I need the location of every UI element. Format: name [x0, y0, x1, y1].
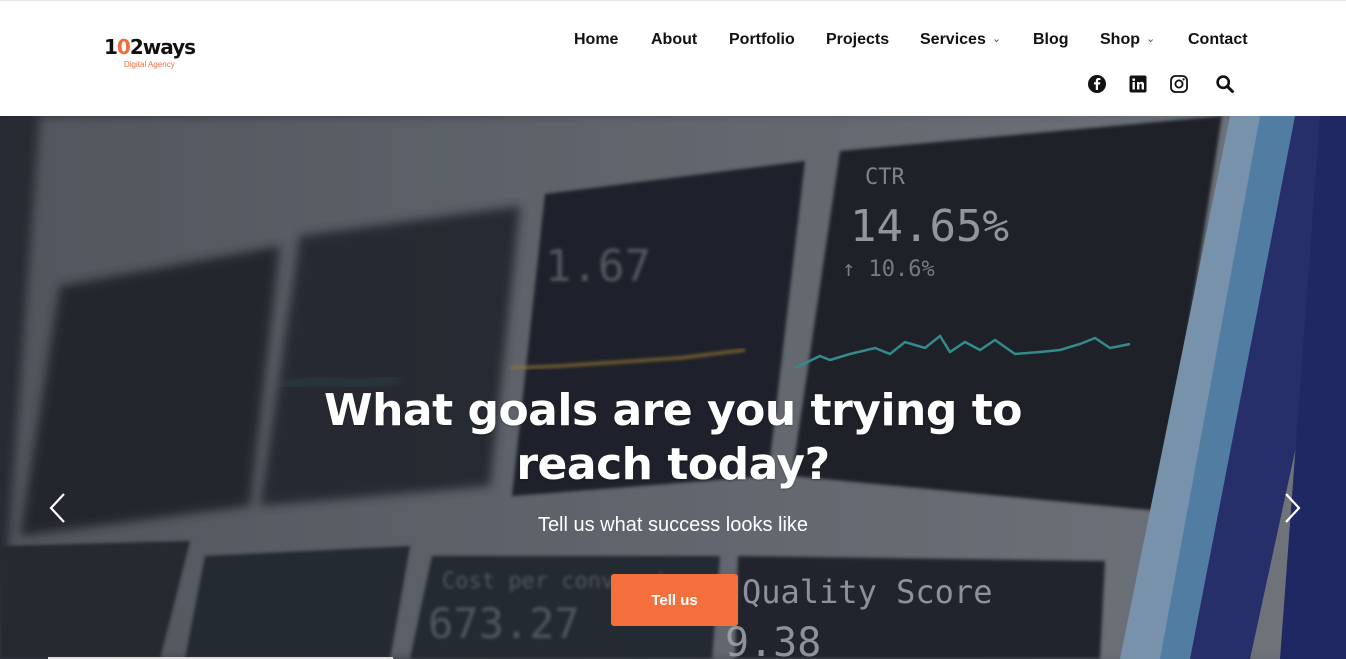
chevron-down-icon: ⌄ — [1146, 33, 1156, 45]
instagram-icon[interactable] — [1169, 74, 1189, 94]
nav-portfolio[interactable]: Portfolio — [729, 31, 795, 49]
site-header: 102ways Digital Agency Home About Portfo… — [0, 0, 1346, 116]
chevron-down-icon: ⌄ — [991, 33, 1002, 45]
logo-tagline: Digital Agency — [124, 60, 175, 69]
hero-title: What goals are you trying to reach today… — [324, 385, 1022, 490]
logo-wordmark: 102ways — [104, 35, 196, 59]
nav-projects[interactable]: Projects — [826, 31, 889, 49]
hero-slider: CTR 14.65% ↑ 10.6% 1.67 Quality Score 9.… — [0, 116, 1346, 659]
linkedin-icon[interactable] — [1128, 74, 1148, 94]
nav-home[interactable]: Home — [574, 31, 618, 49]
nav-shop[interactable]: Shop ⌄ — [1100, 31, 1155, 49]
nav-blog[interactable]: Blog — [1033, 31, 1069, 49]
nav-contact[interactable]: Contact — [1188, 31, 1248, 49]
nav-services[interactable]: Services ⌄ — [920, 31, 1001, 49]
brand-logo[interactable]: 102ways Digital Agency — [104, 35, 214, 75]
nav-about[interactable]: About — [651, 31, 697, 49]
slider-next-arrow-icon[interactable] — [1280, 491, 1304, 525]
hero-subtitle: Tell us what success looks like — [537, 514, 809, 536]
tell-us-button[interactable]: Tell us — [611, 574, 738, 626]
facebook-icon[interactable] — [1087, 74, 1107, 94]
slider-prev-arrow-icon[interactable] — [46, 491, 70, 525]
search-icon[interactable] — [1215, 74, 1235, 94]
